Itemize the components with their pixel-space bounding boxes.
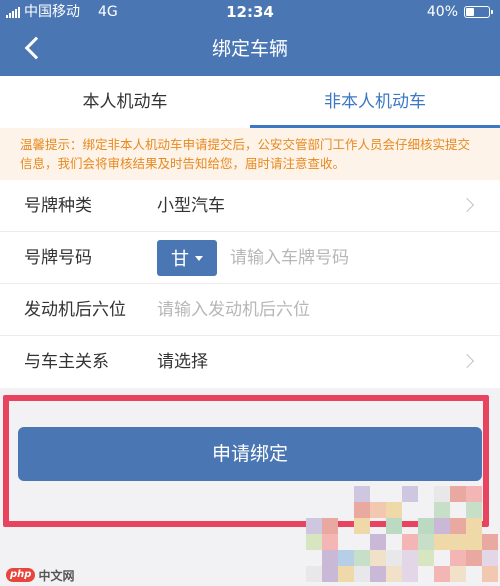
battery-percent: 40% <box>426 4 458 20</box>
mosaic-tile <box>354 518 370 534</box>
plate-type-label: 号牌种类 <box>24 196 92 216</box>
mosaic-tile <box>370 534 386 550</box>
app-header: 中国移动 4G 12:34 40% 绑定车辆 <box>0 0 500 76</box>
watermark-text: 中文网 <box>38 568 75 583</box>
mosaic-tile <box>434 534 450 550</box>
mosaic-tile <box>482 550 498 566</box>
relation-select[interactable]: 请选择 <box>157 336 208 388</box>
battery-fill <box>466 8 474 16</box>
mosaic-tile <box>386 502 402 518</box>
mosaic-tile <box>370 550 386 566</box>
plate-number-label: 号牌号码 <box>24 248 92 268</box>
mosaic-tile <box>386 550 402 566</box>
caret-down-icon <box>195 255 203 261</box>
mosaic-tile <box>402 486 418 502</box>
mosaic-tile <box>434 566 450 582</box>
apply-bind-button[interactable]: 申请绑定 <box>18 427 482 481</box>
engine-input[interactable]: 请输入发动机后六位 <box>157 284 310 336</box>
mosaic-tile <box>402 550 418 566</box>
relation-label: 与车主关系 <box>24 352 109 372</box>
plate-type-value: 小型汽车 <box>157 196 225 216</box>
plate-number-row: 号牌号码 甘 请输入车牌号码 <box>0 232 500 284</box>
mosaic-tile <box>306 566 322 582</box>
tab-bar: 本人机动车 非本人机动车 <box>0 76 500 128</box>
chevron-right-icon <box>459 197 475 213</box>
mosaic-tile <box>418 534 434 550</box>
mosaic-tile <box>402 566 418 582</box>
mosaic-tile <box>306 534 322 550</box>
tab-own-vehicle[interactable]: 本人机动车 <box>0 76 250 128</box>
mosaic-tile <box>434 486 450 502</box>
mosaic-tile <box>450 550 466 566</box>
page-title: 绑定车辆 <box>211 38 288 60</box>
plate-number-input[interactable]: 请输入车牌号码 <box>230 232 349 284</box>
mosaic-tile <box>466 486 482 502</box>
mosaic-tile <box>450 518 466 534</box>
mosaic-tile <box>418 550 434 566</box>
mosaic-tile <box>338 566 354 582</box>
mosaic-tile <box>450 566 466 582</box>
mosaic-tile <box>354 550 370 566</box>
mosaic-tile <box>450 534 466 550</box>
province-value: 甘 <box>171 249 189 270</box>
chevron-right-icon <box>459 353 475 369</box>
engine-label: 发动机后六位 <box>24 300 126 320</box>
watermark: php 中文网 <box>6 566 74 584</box>
mosaic-tile <box>466 534 482 550</box>
mosaic-tile <box>322 550 338 566</box>
mosaic-tile <box>482 534 498 550</box>
notice-banner: 温馨提示：绑定非本人机动车申请提交后，公安交管部门工作人员会仔细核实提交信息，我… <box>0 128 500 180</box>
mosaic-tile <box>450 486 466 502</box>
mosaic-blur <box>306 486 500 586</box>
battery-icon <box>464 6 493 18</box>
mosaic-tile <box>354 502 370 518</box>
mosaic-tile <box>322 534 338 550</box>
mosaic-tile <box>322 566 338 582</box>
mosaic-tile <box>466 518 482 534</box>
mosaic-tile <box>322 518 338 534</box>
mosaic-tile <box>386 518 402 534</box>
mosaic-tile <box>434 502 450 518</box>
mosaic-tile <box>482 566 498 582</box>
mosaic-tile <box>370 502 386 518</box>
mosaic-tile <box>434 518 450 534</box>
plate-type-row[interactable]: 号牌种类 小型汽车 <box>0 180 500 232</box>
mosaic-tile <box>402 534 418 550</box>
mosaic-tile <box>354 566 370 582</box>
mosaic-tile <box>418 518 434 534</box>
mosaic-tile <box>466 502 482 518</box>
mosaic-tile <box>338 550 354 566</box>
php-logo: php <box>6 568 36 582</box>
mosaic-tile <box>466 550 482 566</box>
status-right: 40% <box>426 0 493 24</box>
province-select[interactable]: 甘 <box>157 240 217 276</box>
relation-row[interactable]: 与车主关系 请选择 <box>0 336 500 388</box>
status-bar: 中国移动 4G 12:34 40% <box>0 0 500 24</box>
bind-form: 号牌种类 小型汽车 号牌号码 甘 请输入车牌号码 发动机后六位 请输入发动机后六… <box>0 180 500 388</box>
mosaic-tile <box>306 518 322 534</box>
mosaic-tile <box>354 486 370 502</box>
engine-row: 发动机后六位 请输入发动机后六位 <box>0 284 500 336</box>
tab-others-vehicle[interactable]: 非本人机动车 <box>250 76 500 128</box>
mosaic-tile <box>370 566 386 582</box>
status-time: 12:34 <box>226 3 274 21</box>
mosaic-tile <box>386 566 402 582</box>
